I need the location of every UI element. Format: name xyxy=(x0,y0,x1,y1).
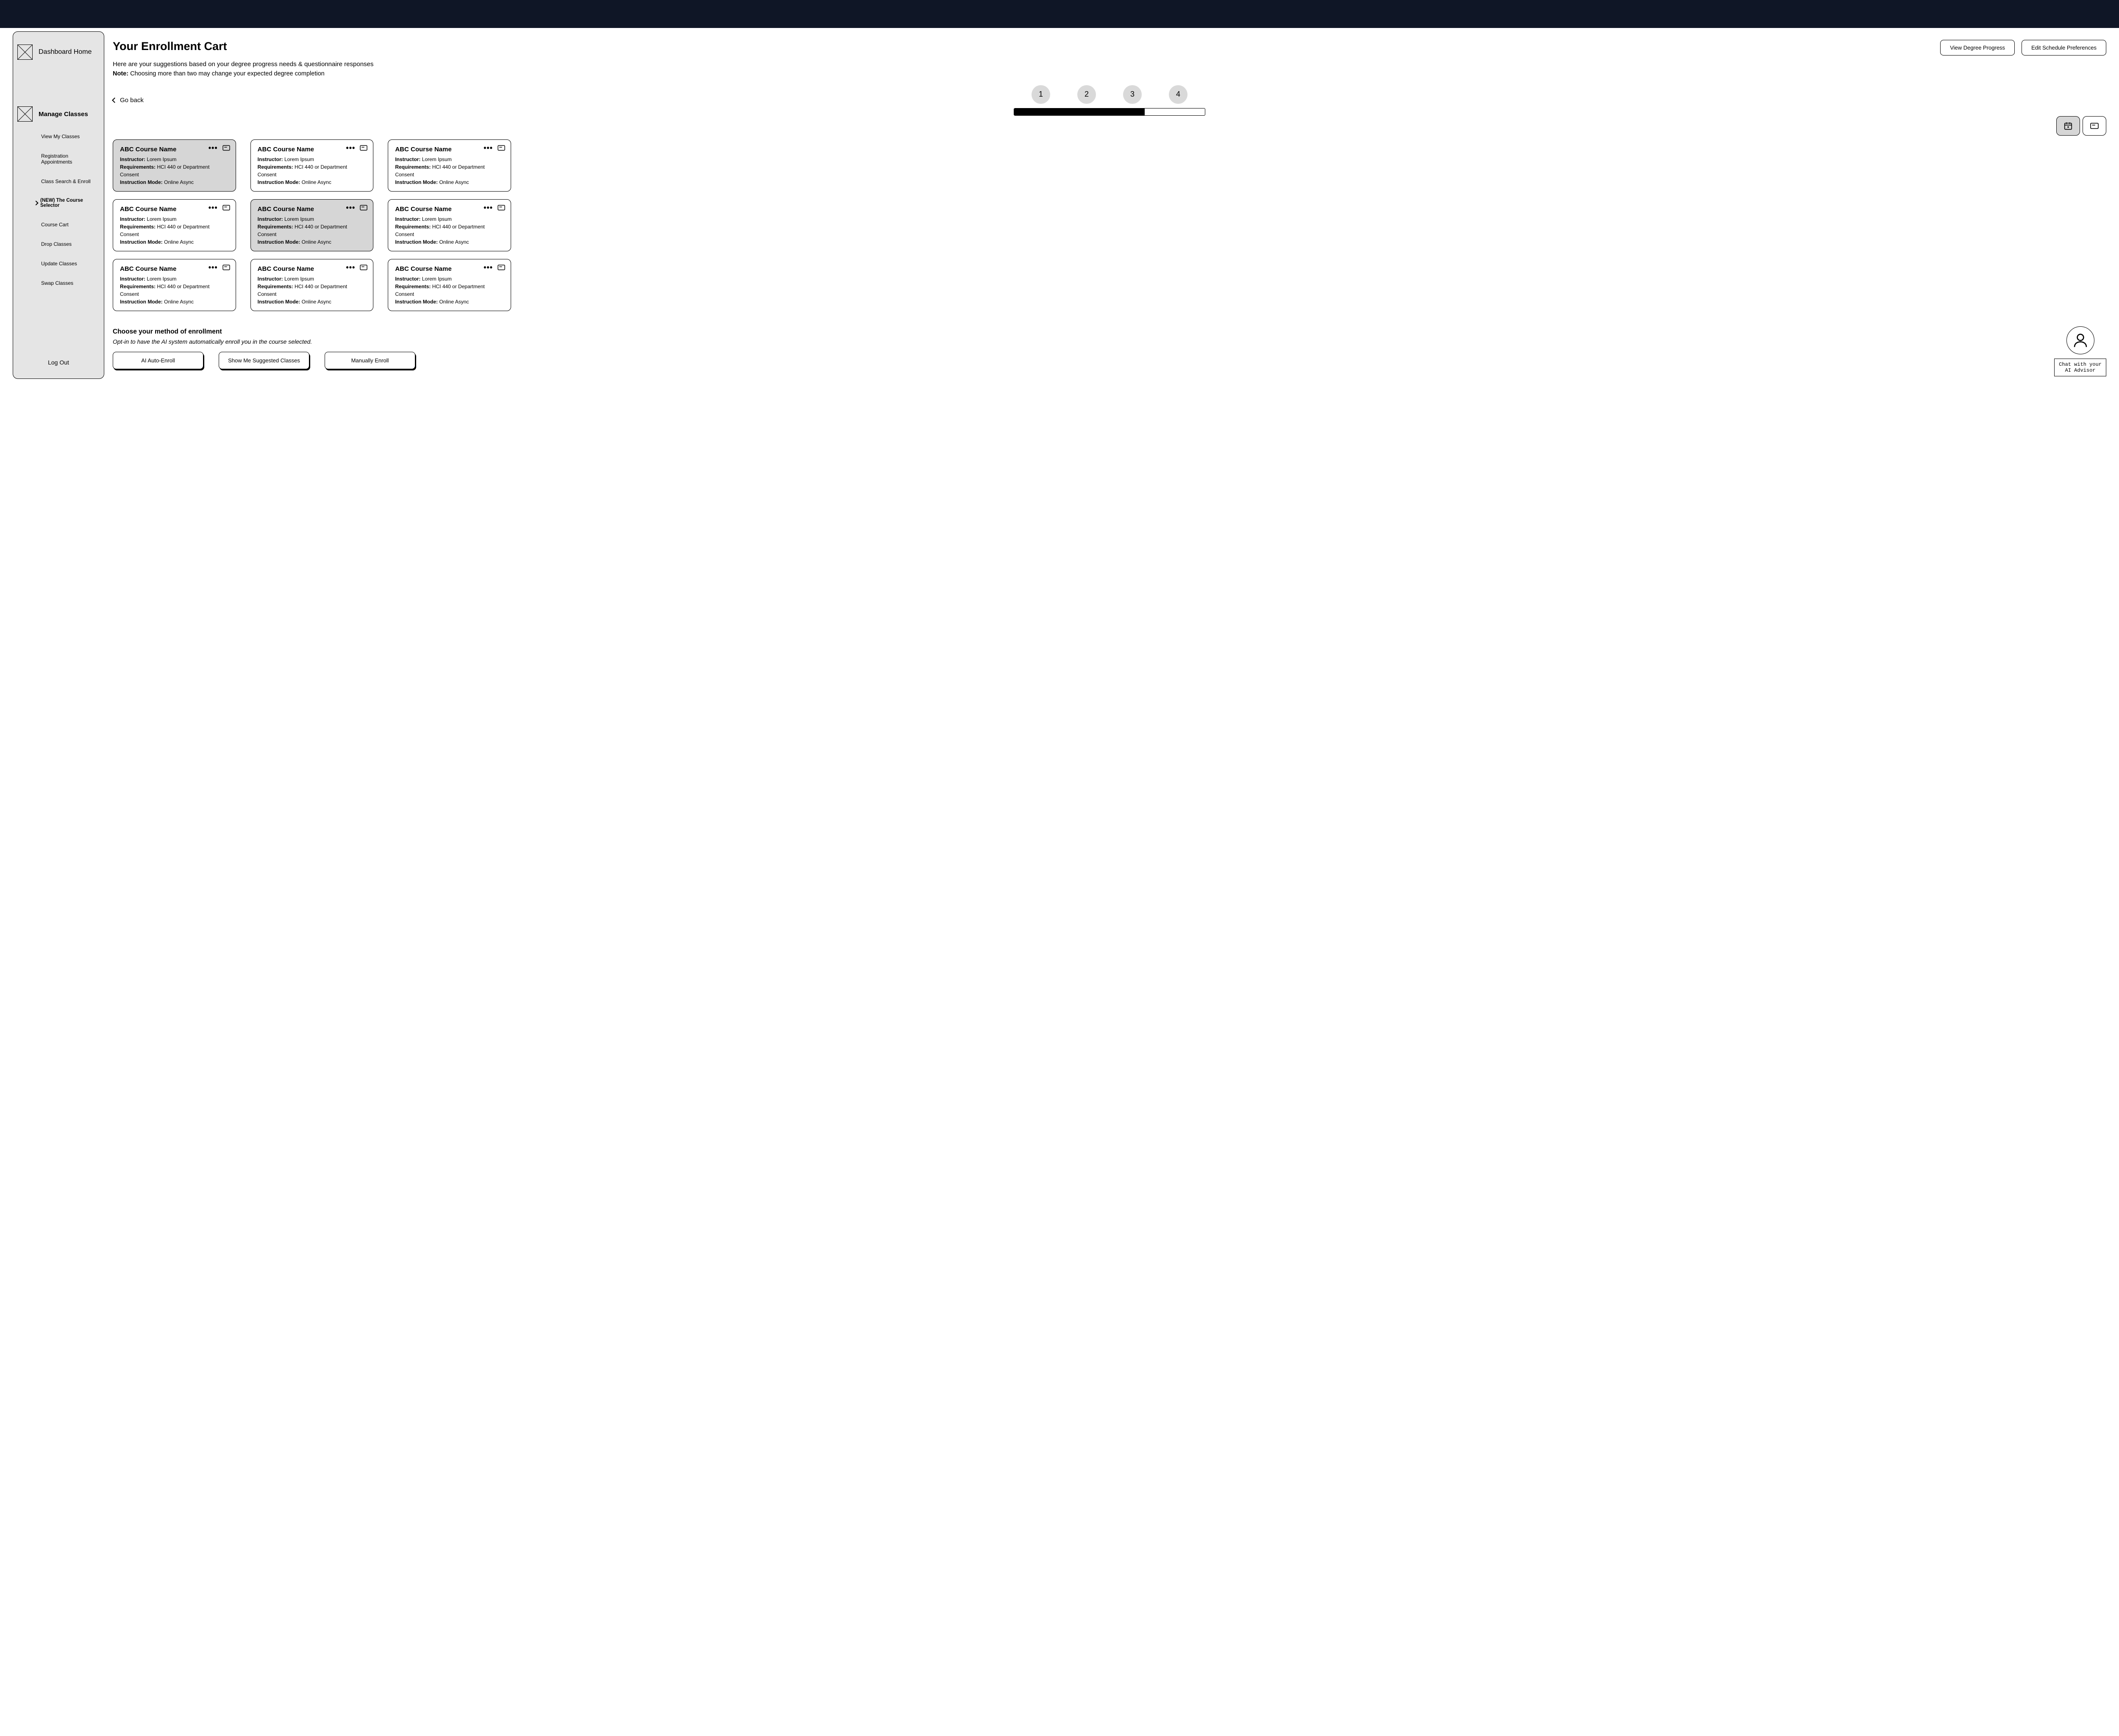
course-card[interactable]: •••ABC Course NameInstructor: Lorem Ipsu… xyxy=(250,199,374,251)
go-back-button[interactable]: Go back xyxy=(113,97,144,104)
note-text: Choosing more than two may change your e… xyxy=(128,70,325,77)
edit-schedule-preferences-button[interactable]: Edit Schedule Preferences xyxy=(2022,40,2106,56)
page-subtext: Here are your suggestions based on your … xyxy=(113,61,2106,68)
card-view-toggle[interactable] xyxy=(2083,116,2106,136)
course-meta: Instructor: Lorem IpsumRequirements: HCI… xyxy=(395,215,504,246)
card-icon[interactable] xyxy=(359,204,368,211)
more-options-icon[interactable]: ••• xyxy=(209,264,218,271)
sidebar-dashboard-label: Dashboard Home xyxy=(39,48,92,56)
card-icon[interactable] xyxy=(222,264,231,271)
course-card[interactable]: •••ABC Course NameInstructor: Lorem Ipsu… xyxy=(388,199,511,251)
sidebar-item-label: Registration Appointments xyxy=(41,153,100,165)
sidebar-item-view-my-classes[interactable]: View My Classes xyxy=(41,134,100,139)
sidebar-item-label: View My Classes xyxy=(41,134,80,139)
card-icon[interactable] xyxy=(497,204,506,211)
enrollment-method-section: Choose your method of enrollment Opt-in … xyxy=(113,328,511,369)
image-placeholder-icon xyxy=(17,106,33,122)
course-meta: Instructor: Lorem IpsumRequirements: HCI… xyxy=(120,156,229,186)
progress-stepper: 1 2 3 4 xyxy=(1014,85,1205,116)
course-card[interactable]: •••ABC Course NameInstructor: Lorem Ipsu… xyxy=(113,139,236,192)
sidebar: Dashboard Home Manage Classes View My Cl… xyxy=(13,31,104,379)
more-options-icon[interactable]: ••• xyxy=(209,204,218,211)
course-meta: Instructor: Lorem IpsumRequirements: HCI… xyxy=(258,275,367,306)
sidebar-dashboard-link[interactable]: Dashboard Home xyxy=(17,45,100,60)
more-options-icon[interactable]: ••• xyxy=(346,144,355,152)
more-options-icon[interactable]: ••• xyxy=(346,204,355,211)
course-card[interactable]: •••ABC Course NameInstructor: Lorem Ipsu… xyxy=(250,259,374,311)
go-back-label: Go back xyxy=(120,97,144,104)
sidebar-item-label: Course Cart xyxy=(41,222,69,228)
logout-link[interactable]: Log Out xyxy=(17,355,100,370)
sidebar-item-update-classes[interactable]: Update Classes xyxy=(41,261,100,267)
course-meta: Instructor: Lorem IpsumRequirements: HCI… xyxy=(120,215,229,246)
card-icon[interactable] xyxy=(359,145,368,151)
ai-advisor-widget: Chat with your AI Advisor xyxy=(2054,326,2106,376)
enrollment-method-sub: Opt-in to have the AI system automatical… xyxy=(113,338,511,345)
sidebar-item-label: Class Search & Enroll xyxy=(41,178,91,184)
view-toggle xyxy=(2056,116,2106,136)
top-bar xyxy=(0,0,2119,28)
course-meta: Instructor: Lorem IpsumRequirements: HCI… xyxy=(395,156,504,186)
page-note: Note: Choosing more than two may change … xyxy=(113,70,2106,77)
page-title: Your Enrollment Cart xyxy=(113,40,227,53)
sidebar-item-course-cart[interactable]: Course Cart xyxy=(41,222,100,228)
advisor-avatar[interactable] xyxy=(2066,326,2094,354)
main-content: Your Enrollment Cart View Degree Progres… xyxy=(104,28,2119,379)
progress-bar xyxy=(1014,108,1205,116)
course-card[interactable]: •••ABC Course NameInstructor: Lorem Ipsu… xyxy=(388,139,511,192)
more-options-icon[interactable]: ••• xyxy=(209,144,218,152)
card-icon[interactable] xyxy=(359,264,368,271)
progress-bar-fill xyxy=(1014,108,1145,115)
step-circle-2[interactable]: 2 xyxy=(1077,85,1096,104)
sidebar-item-label: Drop Classes xyxy=(41,241,72,247)
course-card[interactable]: •••ABC Course NameInstructor: Lorem Ipsu… xyxy=(113,199,236,251)
course-meta: Instructor: Lorem IpsumRequirements: HCI… xyxy=(258,156,367,186)
course-cards-grid: •••ABC Course NameInstructor: Lorem Ipsu… xyxy=(113,139,511,311)
calendar-view-toggle[interactable] xyxy=(2056,116,2080,136)
sidebar-item-label: (NEW) The Course Selector xyxy=(40,198,100,208)
card-icon[interactable] xyxy=(222,204,231,211)
more-options-icon[interactable]: ••• xyxy=(484,204,493,211)
sidebar-section-header[interactable]: Manage Classes xyxy=(17,106,100,122)
card-icon[interactable] xyxy=(497,264,506,271)
manually-enroll-button[interactable]: Manually Enroll xyxy=(325,352,415,369)
sidebar-item-course-selector[interactable]: (NEW) The Course Selector xyxy=(34,198,100,208)
sidebar-items: View My Classes Registration Appointment… xyxy=(17,134,100,286)
sidebar-item-registration-appointments[interactable]: Registration Appointments xyxy=(41,153,100,165)
step-circle-4[interactable]: 4 xyxy=(1169,85,1187,104)
ai-auto-enroll-button[interactable]: AI Auto-Enroll xyxy=(113,352,203,369)
image-placeholder-icon xyxy=(17,45,33,60)
step-circle-3[interactable]: 3 xyxy=(1123,85,1142,104)
note-prefix: Note: xyxy=(113,70,128,77)
course-card[interactable]: •••ABC Course NameInstructor: Lorem Ipsu… xyxy=(388,259,511,311)
sidebar-item-swap-classes[interactable]: Swap Classes xyxy=(41,280,100,286)
show-suggested-classes-button[interactable]: Show Me Suggested Classes xyxy=(219,352,309,369)
view-degree-progress-button[interactable]: View Degree Progress xyxy=(1940,40,2015,56)
course-meta: Instructor: Lorem IpsumRequirements: HCI… xyxy=(120,275,229,306)
enrollment-method-title: Choose your method of enrollment xyxy=(113,328,511,336)
more-options-icon[interactable]: ••• xyxy=(346,264,355,271)
sidebar-item-label: Update Classes xyxy=(41,261,77,267)
person-icon xyxy=(2072,331,2089,349)
card-icon[interactable] xyxy=(497,145,506,151)
step-circle-1[interactable]: 1 xyxy=(1032,85,1050,104)
sidebar-item-class-search-enroll[interactable]: Class Search & Enroll xyxy=(41,178,100,184)
course-card[interactable]: •••ABC Course NameInstructor: Lorem Ipsu… xyxy=(250,139,374,192)
sidebar-item-drop-classes[interactable]: Drop Classes xyxy=(41,241,100,247)
more-options-icon[interactable]: ••• xyxy=(484,144,493,152)
more-options-icon[interactable]: ••• xyxy=(484,264,493,271)
course-card[interactable]: •••ABC Course NameInstructor: Lorem Ipsu… xyxy=(113,259,236,311)
chevron-right-icon xyxy=(33,200,38,205)
chat-with-advisor-button[interactable]: Chat with your AI Advisor xyxy=(2054,359,2106,376)
calendar-icon xyxy=(2063,121,2073,131)
sidebar-section-label: Manage Classes xyxy=(39,111,88,118)
sidebar-item-label: Swap Classes xyxy=(41,280,73,286)
card-icon xyxy=(2090,122,2099,130)
card-icon[interactable] xyxy=(222,145,231,151)
chevron-left-icon xyxy=(112,97,117,103)
course-meta: Instructor: Lorem IpsumRequirements: HCI… xyxy=(258,215,367,246)
course-meta: Instructor: Lorem IpsumRequirements: HCI… xyxy=(395,275,504,306)
